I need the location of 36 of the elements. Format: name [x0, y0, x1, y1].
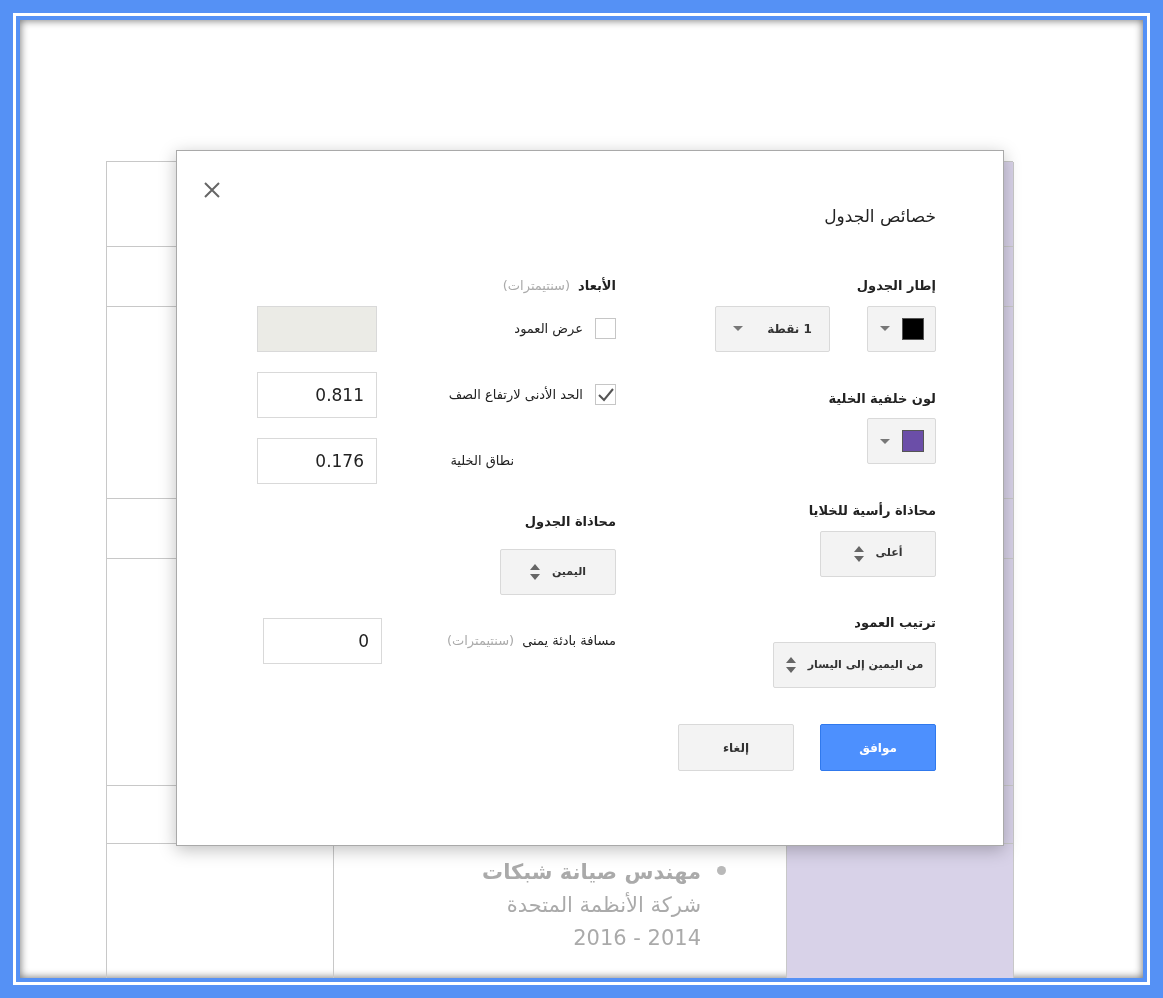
up-down-arrows-icon — [785, 657, 796, 673]
field-label: محاذاة رأسية للخلايا — [808, 501, 936, 520]
field-label: الحد الأدنى لارتفاع الصف — [448, 385, 583, 404]
field-label: لون خلفية الخلية — [828, 389, 936, 408]
cancel-button[interactable]: إلغاء — [678, 724, 794, 771]
dropdown-caret-icon — [879, 438, 890, 444]
field-label: مسافة بادئة يمنى — [522, 632, 616, 651]
list-item-text: شركة الأنظمة المتحدة — [505, 891, 701, 919]
select-dropdown[interactable]: اليمين — [500, 549, 616, 595]
unit-hint: (سنتيمترات) — [446, 632, 515, 651]
select-dropdown[interactable]: أعلى — [820, 530, 936, 577]
select-dropdown[interactable]: من اليمين إلى اليسار — [773, 642, 936, 688]
field-label: نطاق الخلية — [450, 451, 514, 471]
list-item-text: 2014 - 2016 — [572, 925, 701, 952]
list-item-text: مهندس صيانة شبكات — [482, 859, 701, 886]
field-label: ترتيب العمود — [854, 613, 936, 632]
color-picker-button[interactable] — [867, 305, 936, 352]
number-input-field[interactable]: 0.811 — [257, 371, 377, 418]
dropdown-caret-icon — [879, 326, 890, 331]
field-label: محاذاة الجدول — [523, 512, 616, 531]
dialog-title: خصائص الجدول — [823, 205, 936, 228]
dropdown-caret-icon — [733, 326, 744, 331]
color-picker-button[interactable] — [867, 418, 936, 464]
close-icon[interactable] — [203, 181, 221, 199]
up-down-arrows-icon — [529, 564, 540, 580]
checkbox[interactable] — [595, 384, 616, 405]
field-label: عرض العمود — [514, 319, 583, 339]
checkbox[interactable] — [595, 318, 616, 339]
unit-hint: (سنتيمترات) — [502, 277, 571, 296]
field-label: الأبعاد — [578, 276, 616, 295]
number-input-field[interactable]: 0.176 — [257, 437, 377, 484]
up-down-arrows-icon — [853, 545, 864, 562]
border-width-dropdown[interactable]: 1 نقطة — [715, 305, 830, 352]
bullet-icon — [717, 866, 726, 875]
field-label: إطار الجدول — [856, 277, 936, 295]
number-input-field[interactable]: 0 — [263, 618, 382, 664]
